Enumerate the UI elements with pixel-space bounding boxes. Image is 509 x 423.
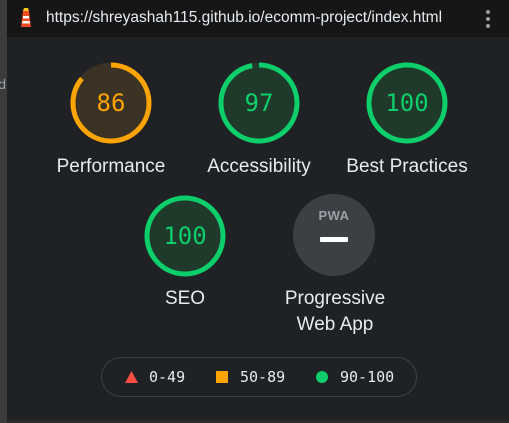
pwa-label: Progressive Web App [257,286,413,338]
pass-circle-icon [316,371,328,383]
scores-panel: 86 Performance 97 Accessibility 100 Best… [7,37,509,423]
pwa-label-line1: Progressive [284,288,386,309]
report-header-bar: https://shreyashah115.github.io/ecomm-pr… [7,0,509,37]
best-practices-gauge[interactable]: 100 [365,61,449,145]
fail-triangle-icon [125,371,138,383]
background-window-edge: d [0,0,7,423]
performance-gauge[interactable]: 86 [69,61,153,145]
seo-gauge[interactable]: 100 [143,194,227,278]
legend-pass-range: 90-100 [340,368,395,386]
average-square-icon [216,371,228,383]
pwa-status-dash-icon [320,237,348,242]
legend-average-range: 50-89 [240,368,286,386]
performance-score: 86 [96,89,126,117]
page-url[interactable]: https://shreyashah115.github.io/ecomm-pr… [46,9,442,27]
accessibility-gauge[interactable]: 97 [217,61,301,145]
best-practices-label: Best Practices [346,156,468,177]
score-legend: 0-49 50-89 90-100 [101,357,417,397]
seo-score: 100 [163,222,207,250]
background-text-fragment: d [0,78,7,93]
performance-label: Performance [56,156,166,177]
pwa-label-line2: Web App [296,314,374,335]
pwa-badge-text: PWA [318,208,350,223]
lighthouse-icon [21,8,31,27]
more-options-icon[interactable] [483,9,493,29]
accessibility-label: Accessibility [207,156,311,177]
pwa-badge[interactable]: PWA [293,194,375,276]
seo-label: SEO [164,288,206,309]
legend-fail-range: 0-49 [149,368,186,386]
accessibility-score: 97 [244,89,274,117]
best-practices-score: 100 [385,89,429,117]
